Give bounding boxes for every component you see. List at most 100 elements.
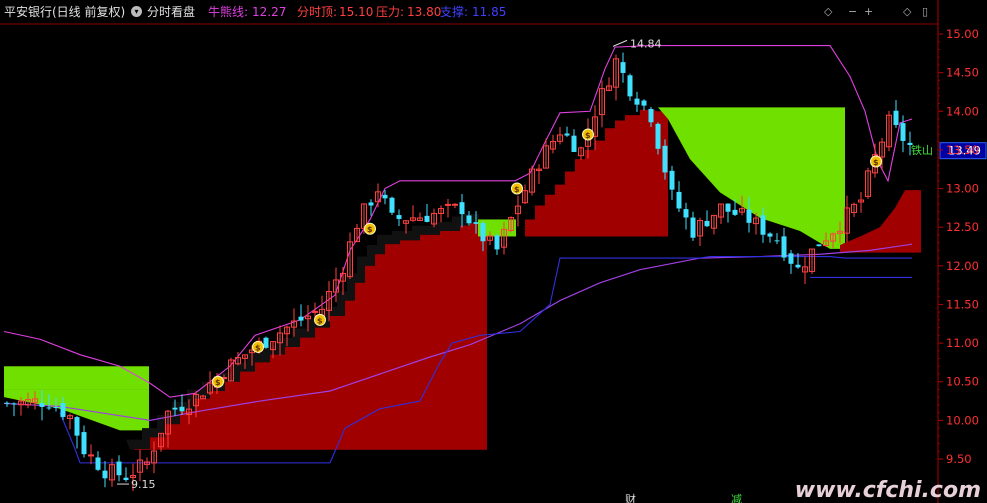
zone-layer — [4, 107, 921, 450]
candle-body — [655, 123, 661, 149]
support-label: 支撑: — [440, 5, 469, 19]
candle-body — [11, 403, 17, 405]
candle-body — [683, 209, 689, 218]
bull-line-value: 12.27 — [252, 5, 287, 19]
high-label: 14.84 — [630, 37, 662, 50]
y-tick-label: 14.50 — [946, 66, 979, 80]
candle-body — [494, 235, 500, 250]
red-zone — [840, 190, 921, 253]
y-tick-label: 15.00 — [946, 27, 979, 41]
candle-body — [298, 316, 304, 321]
candle-body — [634, 98, 640, 105]
pressure-label: 压力: — [376, 5, 405, 19]
candle-body — [312, 310, 318, 313]
y-tick-label: 10.50 — [946, 375, 979, 389]
candle-body — [767, 233, 773, 237]
candle-body — [760, 215, 766, 235]
bottom-marker-left: 财 — [625, 492, 636, 503]
y-tick-label: 11.50 — [946, 297, 979, 311]
candle-body — [781, 236, 787, 258]
diamond-icon[interactable]: ◇ — [903, 6, 911, 18]
candle-body — [123, 477, 129, 481]
indicator-header: 平安银行(日线 前复权) ▾ 分时看盘 牛熊线: 12.27 分时顶: 15.1… — [0, 0, 987, 24]
signal-text: 铁山 — [911, 144, 933, 157]
candle-body — [480, 223, 486, 242]
money-bag-icon-glyph: $ — [255, 343, 261, 352]
candle-body — [389, 197, 395, 213]
candle-body — [900, 123, 906, 141]
candle-body — [732, 209, 738, 215]
candle-body — [564, 133, 570, 136]
pressure-value: 13.80 — [407, 5, 442, 19]
money-bag-icon-glyph: $ — [585, 131, 591, 140]
candle-body — [466, 215, 472, 224]
candle-body — [788, 253, 794, 264]
candle-body — [179, 406, 185, 412]
minus-icon[interactable]: − — [848, 6, 857, 18]
expand-icon[interactable]: ◇ — [824, 6, 832, 18]
y-tick-label: 12.50 — [946, 220, 979, 234]
y-tick-label: 9.50 — [946, 452, 972, 466]
intraday-top-value: 15.10 — [339, 5, 374, 19]
candle-body — [774, 240, 780, 242]
money-bag-icon-glyph: $ — [873, 158, 879, 167]
candle-body — [746, 209, 752, 223]
candle-body — [445, 203, 451, 206]
settings-icon[interactable]: ▯ — [922, 6, 928, 18]
candle-body — [725, 203, 731, 212]
money-bag-icon-glyph: $ — [317, 316, 323, 325]
y-tick-label: 11.00 — [946, 336, 979, 350]
candle-body — [676, 191, 682, 209]
support-value: 11.85 — [472, 5, 507, 19]
candle-body — [641, 100, 647, 106]
candle-body — [893, 110, 899, 126]
candle-body — [102, 470, 108, 479]
candle-body — [816, 244, 822, 247]
candle-body — [424, 215, 430, 222]
stock-title[interactable]: 平安银行(日线 前复权) — [4, 0, 125, 24]
high-pointer — [612, 39, 628, 47]
candle-body — [60, 403, 66, 417]
y-tick-label: 13.50 — [946, 143, 979, 157]
low-label: 9.15 — [131, 478, 156, 491]
candle-body — [95, 457, 101, 470]
candle-body — [396, 215, 402, 219]
candle-body — [669, 170, 675, 190]
candle-body — [627, 75, 633, 97]
y-tick-label: 10.00 — [946, 413, 979, 427]
candle-body — [81, 432, 87, 455]
candle-body — [46, 407, 52, 409]
candle-body — [74, 417, 80, 436]
candle-body — [88, 454, 94, 457]
candle-body — [704, 220, 710, 227]
candle-body — [452, 203, 458, 206]
candle-body — [648, 108, 654, 123]
candle-body — [571, 135, 577, 152]
red-zone — [515, 109, 668, 237]
candle-body — [620, 62, 626, 73]
candle-body — [690, 217, 696, 238]
candle-body — [459, 202, 465, 215]
candle-body — [473, 222, 479, 224]
y-tick-label: 12.00 — [946, 259, 979, 273]
candlestick-chart: $$$$$$$14.849.15铁山 13.49财减 15.0014.5014.0… — [0, 0, 987, 503]
candle-body — [4, 402, 10, 404]
intraday-toggle-icon[interactable]: ▾ — [131, 6, 142, 17]
money-bag-icon-glyph: $ — [215, 378, 221, 387]
candle-body — [662, 145, 668, 173]
watermark: www.cfchi.com — [794, 478, 981, 503]
bull-line-label: 牛熊线: — [208, 5, 249, 19]
intraday-toggle[interactable]: 分时看盘 — [147, 0, 195, 24]
money-bag-icon-glyph: $ — [367, 225, 373, 234]
plus-icon[interactable]: + — [864, 6, 873, 18]
candle-body — [382, 194, 388, 199]
bottom-marker-right: 减 — [731, 493, 742, 503]
candle-body — [263, 337, 269, 348]
y-tick-label: 13.00 — [946, 182, 979, 196]
candle-body — [53, 407, 59, 409]
candle-body — [116, 461, 122, 476]
candle-body — [368, 202, 374, 206]
candle-body — [39, 403, 45, 407]
intraday-top-label: 分时顶: — [297, 5, 338, 19]
candle-body — [795, 264, 801, 268]
